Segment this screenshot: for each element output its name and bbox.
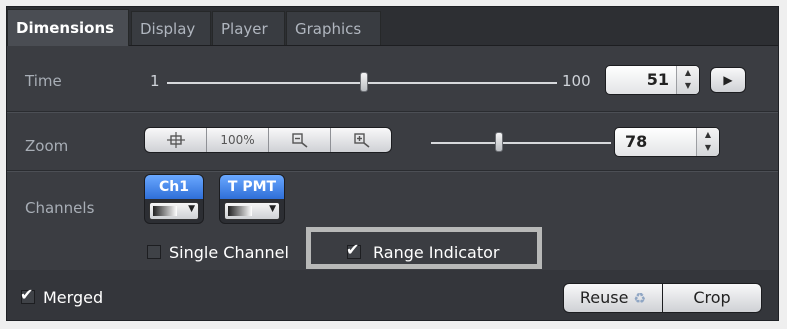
zoom-slider-track[interactable] (431, 142, 611, 144)
channel-name[interactable]: Ch1 (145, 175, 203, 199)
lut-gradient (228, 206, 252, 216)
arrow-down-icon[interactable]: ▼ (677, 79, 699, 92)
chevron-down-icon: ▼ (269, 204, 276, 214)
zoom-100-icon: 100% (220, 133, 255, 147)
arrow-up-icon[interactable]: ▲ (697, 128, 719, 141)
zoom-in-icon[interactable] (331, 128, 393, 152)
merged-label: Merged (43, 288, 104, 307)
channel-button-ch1[interactable]: Ch1 ▼ (144, 174, 204, 224)
crop-label: Crop (693, 288, 731, 307)
lut-dropdown[interactable]: ▼ (224, 202, 280, 220)
tab-bar: Dimensions Display Player Graphics (7, 7, 778, 46)
zoom-out-icon[interactable] (269, 128, 331, 152)
zoom-button-group: 100% (144, 127, 392, 153)
time-value[interactable]: 51 (647, 66, 669, 94)
single-channel-checkbox[interactable] (147, 245, 161, 259)
zoom-value[interactable]: 78 (625, 128, 647, 156)
zoom-100-button[interactable]: 100% (207, 128, 269, 152)
reuse-label: Reuse (579, 288, 629, 307)
recycle-icon: ♻ (633, 291, 647, 307)
time-spinbox[interactable]: 51 ▲ ▼ (605, 65, 700, 95)
tab-dimensions[interactable]: Dimensions (7, 9, 129, 46)
channel-name[interactable]: T PMT (220, 175, 284, 199)
divider (7, 171, 778, 172)
time-slider-thumb[interactable] (359, 72, 368, 92)
zoom-spinbox[interactable]: 78 ▲ ▼ (614, 127, 720, 157)
channels-label: Channels (25, 199, 95, 217)
crop-button[interactable]: Crop (662, 283, 762, 313)
time-max-label: 100 (562, 72, 591, 90)
tab-display[interactable]: Display (131, 11, 211, 45)
play-icon: ▶ (723, 73, 733, 87)
dimensions-panel: Dimensions Display Player Graphics Time … (6, 6, 779, 321)
time-label: Time (25, 72, 62, 90)
divider (7, 112, 778, 113)
play-button[interactable]: ▶ (710, 67, 746, 93)
arrow-down-icon[interactable]: ▼ (697, 141, 719, 154)
checkmark-icon: ✔ (20, 285, 34, 304)
zoom-slider-thumb[interactable] (495, 132, 504, 152)
chevron-down-icon: ▼ (188, 204, 195, 214)
zoom-stepper-arrows[interactable]: ▲ ▼ (696, 128, 719, 156)
channel-button-tpmt[interactable]: T PMT ▼ (219, 174, 285, 224)
tab-graphics[interactable]: Graphics (286, 11, 381, 45)
arrow-up-icon[interactable]: ▲ (677, 66, 699, 79)
zoom-label: Zoom (25, 137, 69, 155)
time-stepper-arrows[interactable]: ▲ ▼ (676, 66, 699, 94)
lut-gradient (153, 206, 177, 216)
fit-crosshair-icon[interactable] (145, 128, 207, 152)
time-min-label: 1 (150, 72, 160, 90)
single-channel-label: Single Channel (169, 243, 289, 262)
reuse-button[interactable]: Reuse ♻ (563, 283, 663, 313)
lut-dropdown[interactable]: ▼ (149, 202, 199, 220)
highlight-frame (306, 227, 542, 269)
tab-player[interactable]: Player (212, 11, 285, 45)
